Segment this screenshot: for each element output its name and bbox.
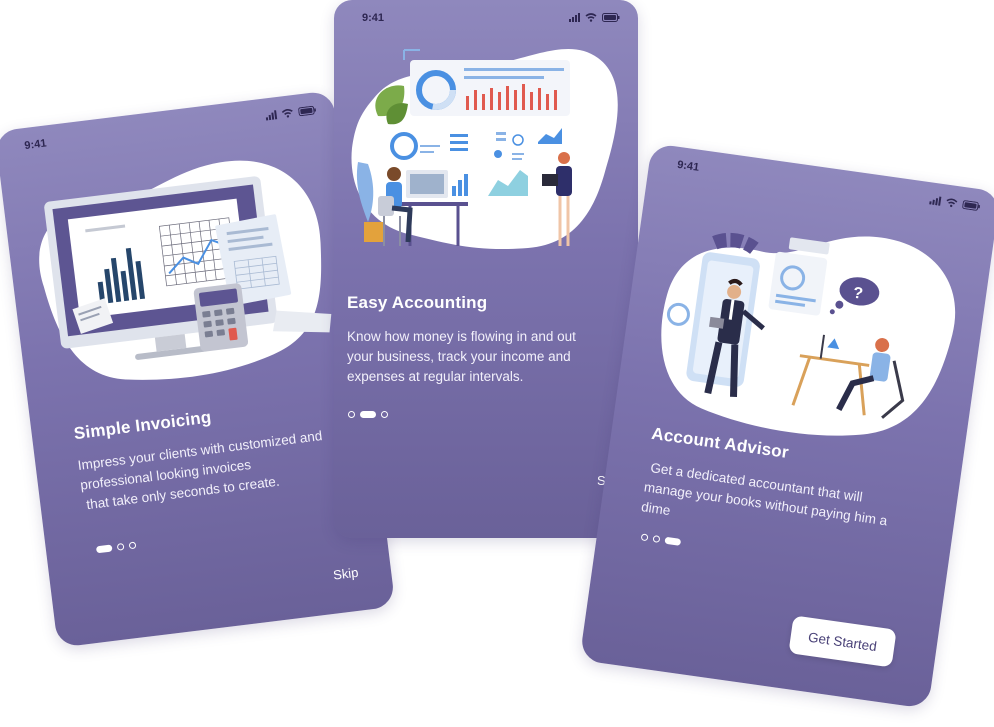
signal-icon (929, 195, 942, 206)
page-dot-active (664, 536, 682, 546)
page-indicator (348, 411, 388, 418)
page-dot (348, 411, 355, 418)
wifi-icon (945, 198, 958, 209)
status-time: 9:41 (362, 12, 385, 24)
description-line: Know how money is flowing in and out (347, 329, 576, 344)
status-bar: 9:41 (334, 12, 638, 28)
wifi-icon (585, 13, 597, 22)
battery-icon (962, 200, 981, 211)
signal-icon (265, 110, 278, 121)
screen-title: Simple Invoicing (72, 407, 213, 444)
battery-icon (298, 105, 317, 117)
page-dot (381, 411, 388, 418)
description-line: your business, track your income and (347, 349, 571, 364)
onboarding-screen-accounting: 9:41 Easy Accounting Know how money is f… (334, 0, 638, 538)
skip-button[interactable]: Skip (332, 565, 359, 583)
status-time: 9:41 (23, 137, 48, 153)
signal-icon (569, 13, 580, 22)
wifi-icon (281, 108, 294, 118)
description-line: expenses at regular intervals. (347, 369, 524, 384)
onboarding-screen-advisor: 9:41 ? Account Advisor Get a dedicated a… (579, 143, 994, 709)
page-dot (116, 542, 125, 551)
page-dot-active (360, 411, 376, 418)
status-time: 9:41 (676, 158, 700, 174)
accounting-dashboard-illustration (356, 49, 572, 246)
page-dot-active (95, 544, 113, 554)
page-dot (128, 541, 137, 550)
battery-icon (602, 13, 620, 22)
advisor-meeting-illustration: ? (666, 232, 905, 419)
page-indicator (95, 541, 137, 554)
get-started-button[interactable]: Get Started (788, 615, 897, 668)
page-indicator (640, 533, 682, 546)
screen-description: Get a dedicated accountant that will man… (640, 458, 945, 559)
page-dot (652, 535, 661, 543)
screen-title: Easy Accounting (347, 293, 488, 312)
invoice-desktop-illustration (44, 176, 332, 360)
screen-description: Know how money is flowing in and out you… (347, 327, 632, 387)
page-dot (640, 533, 649, 542)
